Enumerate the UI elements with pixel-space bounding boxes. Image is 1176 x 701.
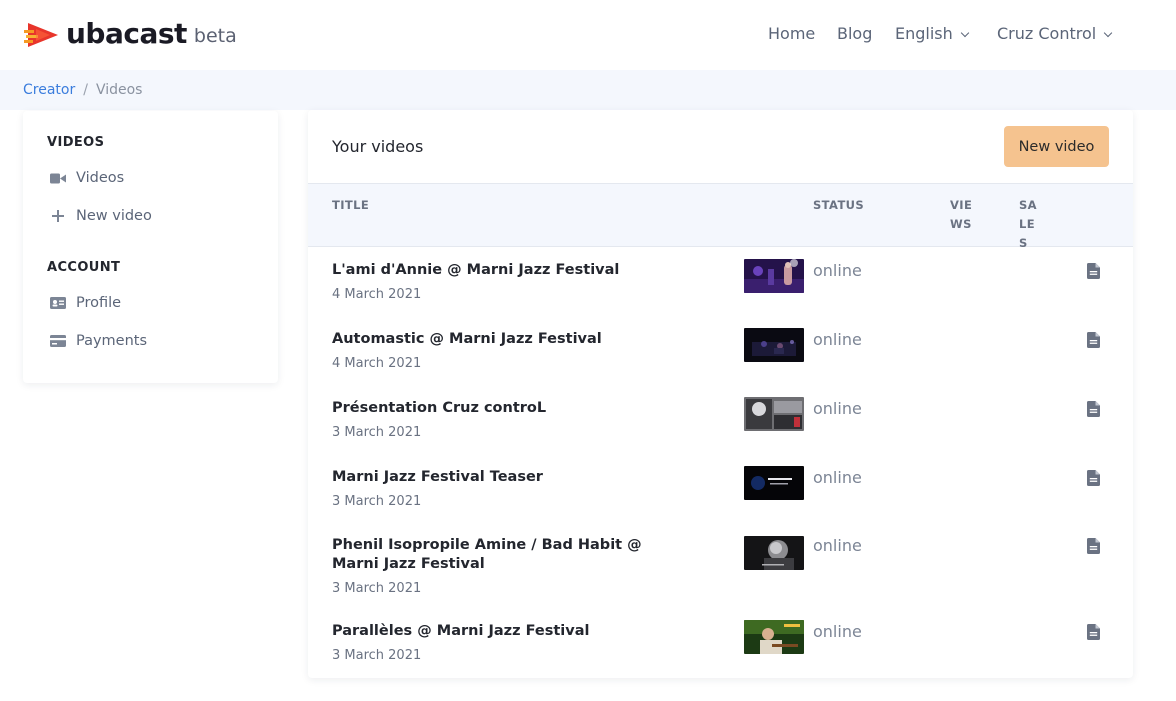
status-badge: online [813, 399, 862, 418]
nav-home[interactable]: Home [768, 23, 815, 45]
status-badge: online [813, 622, 862, 641]
video-thumbnail[interactable] [744, 620, 804, 654]
breadcrumb: Creator / Videos [0, 70, 1176, 110]
video-thumbnail[interactable] [744, 466, 804, 500]
column-header-views: VIEWS [950, 198, 973, 231]
video-title[interactable]: Parallèles @ Marni Jazz Festival [332, 622, 692, 641]
sidebar-item-label: Videos [76, 170, 125, 186]
brand-name: ubacast [66, 17, 187, 50]
column-header-title: TITLE [332, 198, 370, 212]
top-navbar: ubacast beta Home Blog English Cruz Cont… [0, 0, 1176, 70]
video-title[interactable]: Automastic @ Marni Jazz Festival [332, 330, 692, 349]
nav-blog[interactable]: Blog [837, 23, 872, 45]
breadcrumb-separator: / [83, 82, 88, 98]
video-camera-icon [50, 171, 66, 185]
video-thumbnail[interactable] [744, 259, 804, 293]
sidebar-heading-account: ACCOUNT [47, 260, 121, 275]
sidebar-item-profile[interactable]: Profile [50, 293, 121, 313]
account-label: Cruz Control [997, 24, 1097, 43]
breadcrumb-creator-link[interactable]: Creator [23, 82, 75, 98]
videos-card: Your videos New video TITLE STATUS VIEWS… [308, 110, 1133, 678]
document-icon[interactable] [1087, 538, 1100, 554]
chevron-down-icon [1103, 28, 1113, 38]
breadcrumb-current: Videos [95, 82, 143, 98]
document-icon[interactable] [1087, 332, 1100, 348]
video-date: 3 March 2021 [332, 581, 422, 596]
video-thumbnail[interactable] [744, 536, 804, 570]
status-badge: online [813, 468, 862, 487]
column-header-sales: SALES [1019, 198, 1037, 250]
new-video-button[interactable]: New video [1004, 126, 1109, 167]
sidebar-item-new-video[interactable]: New video [50, 206, 152, 226]
sidebar-item-videos[interactable]: Videos [50, 168, 124, 188]
sidebar-item-label: New video [76, 208, 152, 224]
video-date: 4 March 2021 [332, 287, 422, 302]
beta-badge: beta [193, 25, 237, 47]
account-dropdown[interactable]: Cruz Control [997, 23, 1113, 45]
sidebar-item-payments[interactable]: Payments [50, 331, 147, 351]
status-badge: online [813, 536, 862, 555]
video-title[interactable]: Présentation Cruz controL [332, 399, 692, 418]
sidebar-item-label: Payments [76, 333, 148, 349]
video-date: 3 March 2021 [332, 648, 422, 663]
language-label: English [895, 24, 953, 43]
video-title[interactable]: Phenil Isopropile Amine / Bad Habit @ Ma… [332, 536, 692, 574]
video-title[interactable]: Marni Jazz Festival Teaser [332, 468, 692, 487]
credit-card-icon [50, 334, 66, 348]
video-date: 3 March 2021 [332, 425, 422, 440]
id-card-icon [50, 296, 66, 310]
sidebar: VIDEOS Videos New video ACCOUNT Profile … [23, 111, 278, 383]
table-header: TITLE STATUS VIEWS SALES [308, 183, 1133, 250]
document-icon[interactable] [1087, 624, 1100, 640]
ubacast-logo[interactable]: ubacast beta [24, 17, 237, 49]
chevron-down-icon [960, 28, 970, 38]
status-badge: online [813, 330, 862, 349]
document-icon[interactable] [1087, 263, 1100, 279]
status-badge: online [813, 261, 862, 280]
sidebar-item-label: Profile [76, 295, 122, 311]
document-icon[interactable] [1087, 470, 1100, 486]
video-thumbnail[interactable] [744, 328, 804, 362]
language-dropdown[interactable]: English [895, 23, 970, 45]
plus-icon [50, 209, 66, 223]
play-logo-icon [24, 23, 58, 47]
video-date: 4 March 2021 [332, 356, 422, 371]
video-thumbnail[interactable] [744, 397, 804, 431]
video-date: 3 March 2021 [332, 494, 422, 509]
page-title: Your videos [332, 137, 424, 156]
column-header-status: STATUS [813, 198, 865, 212]
video-title[interactable]: L'ami d'Annie @ Marni Jazz Festival [332, 261, 692, 280]
document-icon[interactable] [1087, 401, 1100, 417]
sidebar-heading-videos: VIDEOS [47, 135, 105, 150]
